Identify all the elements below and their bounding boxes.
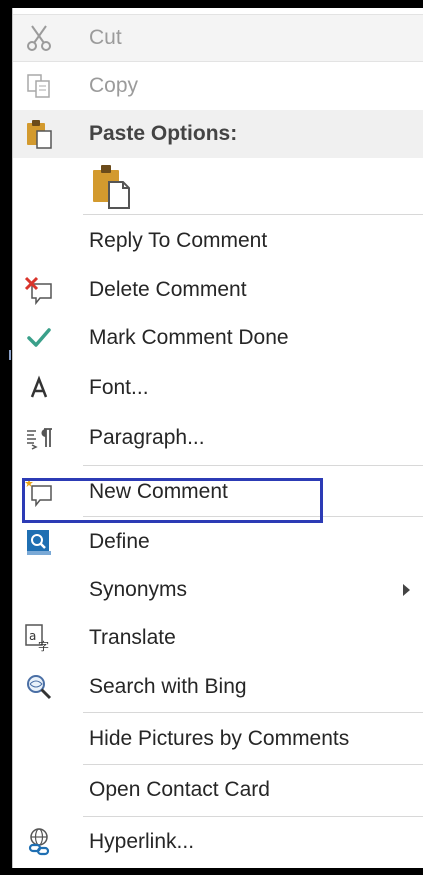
menu-item-label: Open Contact Card: [89, 778, 270, 801]
menu-item-label: Define: [89, 530, 150, 553]
clipboard-icon: [19, 114, 59, 154]
menu-item-synonyms[interactable]: Synonyms: [13, 566, 423, 614]
font-icon: [19, 368, 59, 408]
menu-separator: [83, 816, 423, 817]
menu-item-paragraph[interactable]: Paragraph...: [13, 414, 423, 462]
menu-item-label: Font...: [89, 376, 149, 399]
menu-item-translate[interactable]: a 字 Translate: [13, 614, 423, 662]
menu-separator: [83, 712, 423, 713]
menu-item-label: Copy: [89, 74, 139, 97]
menu-item-search-with-bing[interactable]: Search with Bing: [13, 663, 423, 711]
menu-item-mark-comment-done[interactable]: Mark Comment Done: [13, 314, 423, 362]
scissors-icon: [19, 18, 59, 58]
menu-item-copy[interactable]: Copy: [13, 62, 423, 110]
menu-item-delete-comment[interactable]: Delete Comment: [13, 266, 423, 314]
menu-item-font[interactable]: Font...: [13, 364, 423, 412]
define-icon: [19, 522, 59, 562]
menu-item-new-comment[interactable]: New Comment: [13, 468, 423, 516]
delete-comment-icon: [19, 270, 59, 310]
menu-item-label: Hide Pictures by Comments: [89, 727, 350, 750]
svg-text:a: a: [29, 629, 36, 643]
context-menu: Cut Copy Paste Options: Reply To Comment…: [12, 8, 423, 868]
menu-item-label: Synonyms: [89, 578, 188, 601]
paste-keep-formatting-icon: [89, 165, 135, 214]
translate-icon: a 字: [19, 618, 59, 658]
menu-item-label: Delete Comment: [89, 278, 247, 301]
menu-separator: [83, 764, 423, 765]
document-cursor-mark: [9, 350, 11, 360]
search-bing-icon: [19, 667, 59, 707]
svg-text:字: 字: [38, 639, 49, 653]
menu-header-paste-options: Paste Options:: [13, 110, 423, 158]
menu-item-label: Mark Comment Done: [89, 326, 289, 349]
menu-item-hyperlink[interactable]: Hyperlink...: [13, 818, 423, 866]
menu-item-cut[interactable]: Cut: [13, 14, 423, 62]
menu-item-reply-to-comment[interactable]: Reply To Comment: [13, 217, 423, 265]
new-comment-icon: [19, 472, 59, 512]
menu-item-define[interactable]: Define: [13, 518, 423, 566]
menu-item-label: Hyperlink...: [89, 830, 195, 853]
menu-separator: [83, 516, 423, 517]
paste-keep-formatting-button[interactable]: [89, 162, 135, 210]
menu-item-label: Search with Bing: [89, 675, 247, 698]
copy-icon: [19, 66, 59, 106]
menu-item-label: Paragraph...: [89, 426, 205, 449]
menu-separator: [83, 465, 423, 466]
menu-item-open-contact-card[interactable]: Open Contact Card: [13, 766, 423, 814]
menu-item-label: Cut: [89, 26, 122, 49]
menu-item-label: Translate: [89, 626, 176, 649]
hyperlink-icon: [19, 822, 59, 862]
menu-item-label: Paste Options:: [89, 122, 238, 145]
submenu-arrow-icon: [403, 584, 410, 596]
menu-item-label: Reply To Comment: [89, 229, 268, 252]
menu-separator: [83, 214, 423, 215]
menu-item-label: New Comment: [89, 480, 228, 503]
menu-item-hide-pictures-by-comments[interactable]: Hide Pictures by Comments: [13, 715, 423, 763]
paragraph-icon: [19, 418, 59, 458]
checkmark-icon: [19, 318, 59, 358]
